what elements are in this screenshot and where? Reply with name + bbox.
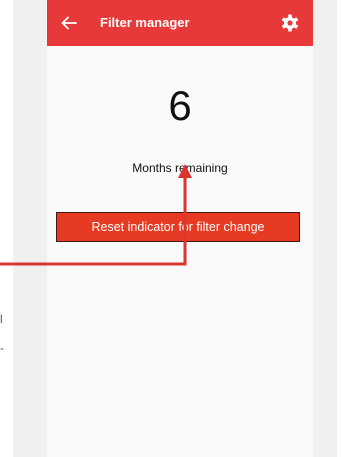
- months-remaining-label: Months remaining: [132, 161, 228, 175]
- back-button[interactable]: [57, 11, 81, 35]
- months-remaining-value: 6: [168, 82, 192, 129]
- screenshot-stage: Filter manager 6 Months remaining Reset …: [0, 0, 343, 457]
- page-title: Filter manager: [100, 15, 190, 30]
- arrow-left-icon: [61, 16, 77, 30]
- cut-off-text: l: [0, 312, 3, 326]
- settings-button[interactable]: [280, 13, 300, 33]
- cut-off-text: -: [0, 341, 4, 355]
- app-bar: Filter manager: [47, 0, 313, 46]
- filter-manager-screen: Filter manager 6 Months remaining Reset …: [47, 0, 313, 457]
- reset-filter-indicator-button[interactable]: Reset indicator for filter change: [56, 212, 300, 242]
- gear-icon: [281, 14, 299, 32]
